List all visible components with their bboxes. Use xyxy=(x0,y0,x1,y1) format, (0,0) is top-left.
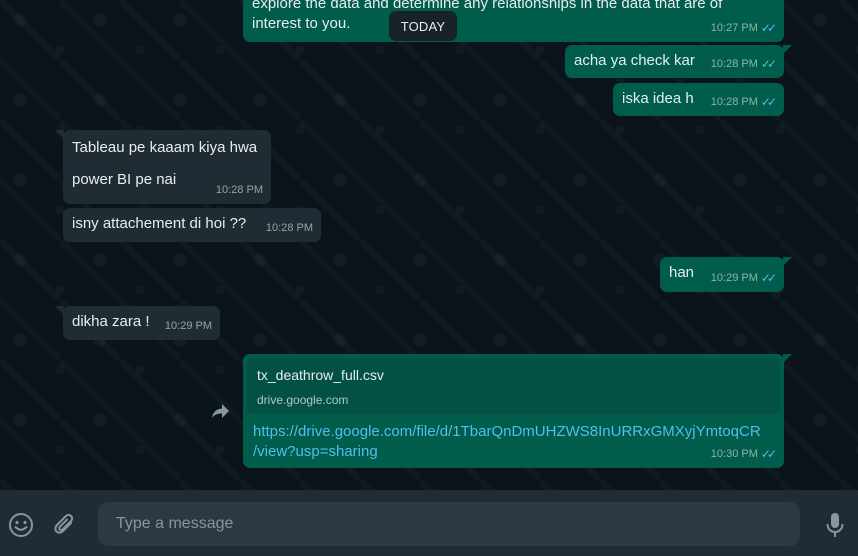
double-check-icon: ✓✓ xyxy=(760,21,777,35)
paperclip-icon[interactable] xyxy=(48,508,82,542)
message-bubble-incoming[interactable]: isny attachement di hoi ?? 10:28 PM xyxy=(63,208,321,242)
message-meta: 10:29 PM xyxy=(165,316,212,336)
message-bubble-outgoing[interactable]: han 10:29 PM ✓✓ xyxy=(660,257,792,292)
message-bubble-outgoing[interactable]: explore the data and determine any relat… xyxy=(243,0,784,42)
composer-bar xyxy=(0,490,858,556)
message-time: 10:28 PM xyxy=(215,184,263,196)
microphone-icon[interactable] xyxy=(818,508,852,542)
message-text-line: explore the data and determine any relat… xyxy=(252,0,723,12)
chat-panel: explore the data and determine any relat… xyxy=(0,0,858,490)
message-bubble-outgoing[interactable]: acha ya check kar 10:28 PM ✓✓ xyxy=(565,45,792,78)
message-bubble-outgoing[interactable]: iska idea h 10:28 PM ✓✓ xyxy=(613,83,784,116)
link-domain: drive.google.com xyxy=(257,393,349,407)
date-divider: TODAY xyxy=(389,11,457,41)
message-meta: 10:30 PM ✓✓ xyxy=(710,444,777,464)
message-bubble-incoming[interactable]: Tableau pe kaaam kiya hwa power BI pe na… xyxy=(55,130,271,204)
double-check-icon: ✓✓ xyxy=(760,95,777,109)
link-url-line[interactable]: https://drive.google.com/file/d/1TbarQnD… xyxy=(253,422,776,442)
message-input-container[interactable] xyxy=(98,502,800,546)
double-check-icon: ✓✓ xyxy=(760,57,777,71)
message-time: 10:28 PM xyxy=(710,96,758,108)
message-time: 10:27 PM xyxy=(710,22,758,34)
link-title: tx_deathrow_full.csv xyxy=(257,367,384,383)
message-meta: 10:28 PM xyxy=(216,180,263,200)
message-text: isny attachement di hoi ?? xyxy=(72,215,247,232)
message-meta: 10:28 PM xyxy=(266,218,313,238)
message-time: 10:30 PM xyxy=(710,448,758,460)
message-text: iska idea h xyxy=(622,90,694,107)
message-text-line: Tableau pe kaaam kiya hwa xyxy=(72,139,258,156)
emoji-icon[interactable] xyxy=(4,508,38,542)
message-time: 10:29 PM xyxy=(710,272,758,284)
message-meta: 10:28 PM ✓✓ xyxy=(710,92,777,112)
message-time: 10:28 PM xyxy=(265,222,313,234)
message-link[interactable]: https://drive.google.com/file/d/1TbarQnD… xyxy=(247,422,780,462)
message-meta: 10:28 PM ✓✓ xyxy=(710,54,777,74)
message-time: 10:29 PM xyxy=(164,320,212,332)
forward-icon[interactable] xyxy=(207,397,235,425)
message-bubble-incoming[interactable]: dikha zara ! 10:29 PM xyxy=(55,306,220,340)
double-check-icon: ✓✓ xyxy=(760,447,777,461)
double-check-icon: ✓✓ xyxy=(760,271,777,285)
message-input[interactable] xyxy=(98,502,800,546)
message-meta: 10:29 PM ✓✓ xyxy=(710,268,777,288)
message-text-line: interest to you. xyxy=(252,15,351,32)
message-time: 10:28 PM xyxy=(710,58,758,70)
message-text: han xyxy=(669,264,695,281)
message-meta: 10:27 PM ✓✓ xyxy=(710,18,777,38)
message-text: acha ya check kar xyxy=(574,52,695,69)
link-url-line[interactable]: /view?usp=sharing xyxy=(253,442,776,462)
link-preview-card[interactable]: tx_deathrow_full.csv drive.google.com xyxy=(247,358,780,414)
message-text: dikha zara ! xyxy=(72,313,150,330)
message-bubble-link[interactable]: tx_deathrow_full.csv drive.google.com ht… xyxy=(243,354,792,468)
